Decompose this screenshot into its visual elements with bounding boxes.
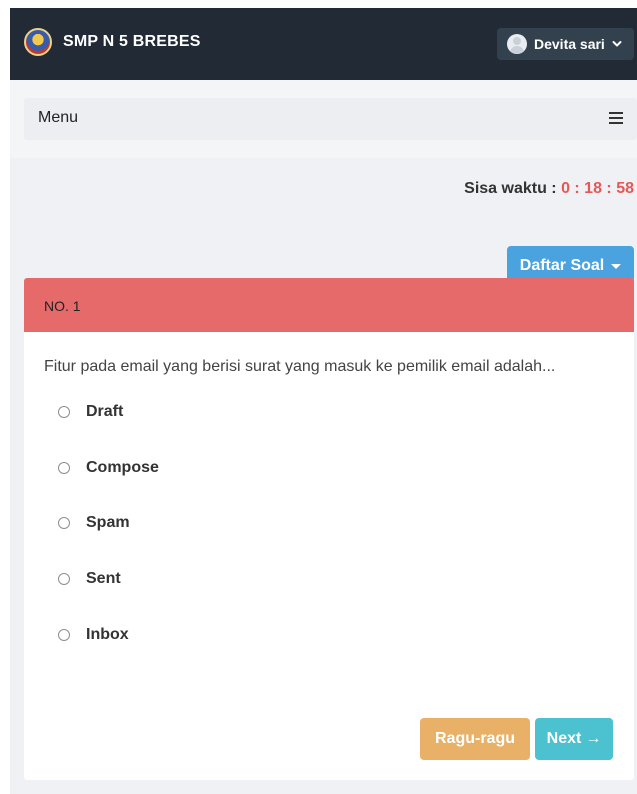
avatar-icon (507, 34, 527, 54)
option-draft[interactable]: Draft (58, 403, 123, 421)
timer-value: 0 : 18 : 58 (561, 180, 634, 197)
question-header: NO. 1 (24, 278, 634, 332)
question-card: NO. 1 Fitur pada email yang berisi surat… (24, 278, 634, 780)
remaining-time: Sisa waktu : 0 : 18 : 58 (464, 180, 634, 198)
question-number: NO. 1 (44, 298, 81, 314)
timer-label: Sisa waktu : (464, 180, 562, 197)
radio-icon[interactable] (58, 573, 70, 585)
top-navbar: SMP N 5 BREBES Devita sari (10, 8, 637, 80)
arrow-right-icon: → (585, 730, 602, 747)
caret-down-icon (611, 263, 622, 269)
brand-name: SMP N 5 BREBES (63, 33, 201, 50)
option-label: Inbox (86, 626, 129, 643)
radio-icon[interactable] (58, 462, 70, 474)
menu-label: Menu (38, 109, 79, 126)
next-label: Next (546, 730, 582, 747)
radio-icon[interactable] (58, 406, 70, 418)
hamburger-menu-icon[interactable] (609, 112, 623, 124)
question-text: Fitur pada email yang berisi surat yang … (44, 358, 556, 375)
exam-page: SMP N 5 BREBES Devita sari Menu Sisa wak… (10, 8, 637, 794)
chevron-down-icon (612, 41, 622, 47)
exam-content: Sisa waktu : 0 : 18 : 58 Daftar Soal NO.… (10, 158, 637, 794)
menu-bar[interactable]: Menu (24, 98, 637, 140)
option-sent[interactable]: Sent (58, 570, 121, 588)
option-label: Spam (86, 514, 130, 531)
radio-icon[interactable] (58, 629, 70, 641)
option-inbox[interactable]: Inbox (58, 626, 129, 644)
option-spam[interactable]: Spam (58, 514, 130, 532)
user-name: Devita sari (534, 36, 605, 52)
brand[interactable]: SMP N 5 BREBES (24, 28, 201, 56)
next-button[interactable]: Next → (535, 718, 613, 760)
option-compose[interactable]: Compose (58, 459, 159, 477)
question-list-label: Daftar Soal (519, 257, 605, 274)
doubt-button[interactable]: Ragu-ragu (420, 718, 530, 760)
option-label: Compose (86, 459, 159, 476)
option-label: Sent (86, 570, 121, 587)
option-label: Draft (86, 403, 124, 420)
user-menu-button[interactable]: Devita sari (497, 28, 634, 60)
school-logo-icon (24, 28, 52, 56)
doubt-label: Ragu-ragu (435, 730, 515, 747)
radio-icon[interactable] (58, 517, 70, 529)
